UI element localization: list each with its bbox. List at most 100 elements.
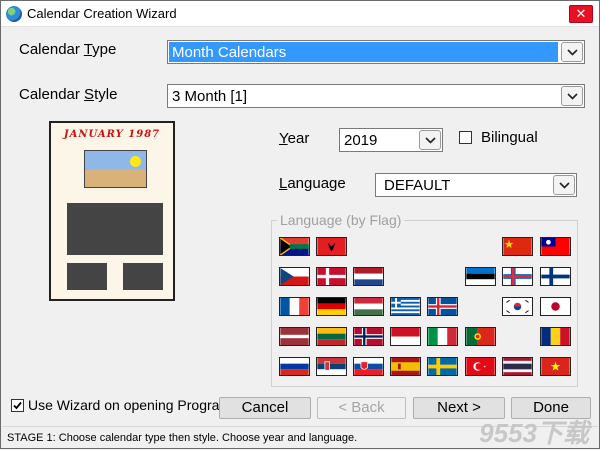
year-label: Year [279,130,310,147]
year-select[interactable]: 2019 [339,128,443,152]
estonia-flag-icon [466,268,495,285]
language-label: Language [279,175,346,192]
flag-serbia[interactable] [316,357,347,376]
flag-faroe[interactable] [502,267,533,286]
flag-indonesia[interactable] [390,327,421,346]
denmark-flag-icon [317,268,346,285]
taiwan-flag-icon [541,238,570,255]
flag-latvia[interactable] [279,327,310,346]
flag-netherlands[interactable] [353,267,384,286]
flag-norway[interactable] [353,327,384,346]
window-title: Calendar Creation Wizard [27,6,177,21]
globe-icon [6,6,22,22]
albania-flag-icon [317,238,346,255]
flag-south-africa[interactable] [279,237,310,256]
italy-flag-icon [428,328,457,345]
flag-russia[interactable] [279,357,310,376]
preview-month-block [123,263,163,290]
south-africa-flag-icon [280,238,309,255]
flag-sweden[interactable] [427,357,458,376]
calendar-style-select[interactable]: 3 Month [1] [167,84,585,108]
vietnam-flag-icon [541,358,570,375]
flag-greece[interactable] [390,297,421,316]
calendar-style-value: 3 Month [1] [172,88,248,105]
romania-flag-icon [541,328,570,345]
flag-albania[interactable] [316,237,347,256]
iceland-flag-icon [428,298,457,315]
flag-japan[interactable] [540,297,571,316]
preview-title: JANUARY 1987 [63,129,161,140]
flag-germany[interactable] [316,297,347,316]
greece-flag-icon [391,298,420,315]
chevron-down-icon[interactable] [561,86,583,106]
chevron-down-icon[interactable] [553,175,575,195]
flag-turkey[interactable] [465,357,496,376]
finland-flag-icon [541,268,570,285]
back-button[interactable]: < Back [317,397,406,419]
flag-portugal[interactable] [465,327,496,346]
use-wizard-label: Use Wizard on opening Program [28,397,232,413]
flag-italy[interactable] [427,327,458,346]
flag-spain[interactable] [390,357,421,376]
cancel-button[interactable]: Cancel [219,397,311,419]
spain-flag-icon [391,358,420,375]
flag-taiwan[interactable] [540,237,571,256]
flag-vietnam[interactable] [540,357,571,376]
slovakia-flag-icon [354,358,383,375]
thailand-flag-icon [503,358,532,375]
flag-czech[interactable] [279,267,310,286]
calendar-type-select[interactable]: Month Calendars [167,40,585,64]
title-bar: Calendar Creation Wizard ✕ [1,1,599,27]
russia-flag-icon [280,358,309,375]
preview-month-block [67,263,107,290]
flag-korea[interactable] [502,297,533,316]
language-select[interactable]: DEFAULT [375,173,577,197]
sun-icon [130,156,141,167]
flag-lithuania[interactable] [316,327,347,346]
indonesia-flag-icon [391,328,420,345]
germany-flag-icon [317,298,346,315]
flag-france[interactable] [279,297,310,316]
flag-romania[interactable] [540,327,571,346]
flag-denmark[interactable] [316,267,347,286]
hungary-flag-icon [354,298,383,315]
sweden-flag-icon [428,358,457,375]
calendar-style-label: Calendar Style [19,86,118,103]
flag-group-label: Language (by Flag) [277,212,405,228]
lithuania-flag-icon [317,328,346,345]
korea-flag-icon [503,298,532,315]
czech-flag-icon [280,268,309,285]
flag-estonia[interactable] [465,267,496,286]
flag-iceland[interactable] [427,297,458,316]
status-text: STAGE 1: Choose calendar type then style… [7,432,358,444]
flag-finland[interactable] [540,267,571,286]
calendar-preview: JANUARY 1987 [49,121,175,301]
faroe-flag-icon [503,268,532,285]
flag-thailand[interactable] [502,357,533,376]
calendar-type-value: Month Calendars [172,44,287,61]
latvia-flag-icon [280,328,309,345]
use-wizard-checkbox[interactable] [11,399,24,412]
flag-china[interactable] [502,237,533,256]
japan-flag-icon [541,298,570,315]
year-value: 2019 [344,132,378,149]
preview-month-block [67,203,163,255]
norway-flag-icon [354,328,383,345]
netherlands-flag-icon [354,268,383,285]
chevron-down-icon[interactable] [419,130,441,150]
language-value: DEFAULT [384,177,451,194]
bilingual-label: Bilingual [481,129,538,146]
bilingual-checkbox[interactable] [459,131,472,144]
portugal-flag-icon [466,328,495,345]
chevron-down-icon[interactable] [561,42,583,62]
watermark-logo: 9553下载 [479,418,589,448]
flag-hungary[interactable] [353,297,384,316]
preview-picture [84,150,147,188]
france-flag-icon [280,298,309,315]
close-button[interactable]: ✕ [569,5,593,23]
calendar-type-label: Calendar Type [19,41,117,58]
china-flag-icon [503,238,532,255]
flag-slovakia[interactable] [353,357,384,376]
turkey-flag-icon [466,358,495,375]
wizard-window: Calendar Creation Wizard ✕ Calendar Type… [0,0,600,449]
